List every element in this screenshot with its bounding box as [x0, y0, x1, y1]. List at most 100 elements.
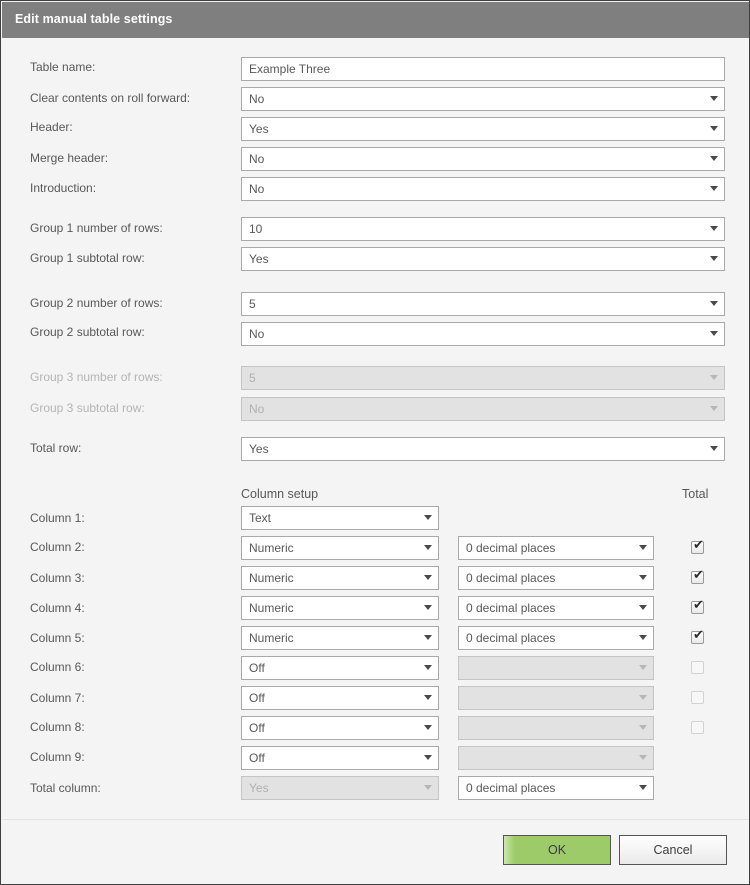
column-setup-header: Column setup — [241, 487, 319, 501]
column-type-select[interactable]: Off — [241, 746, 439, 770]
chevron-down-icon — [639, 725, 647, 730]
setting-label: Group 3 subtotal row: — [30, 401, 145, 415]
setting-select[interactable]: No — [241, 147, 725, 171]
chevron-down-icon — [424, 605, 432, 610]
column-total-checkbox[interactable]: ✔ — [691, 538, 704, 554]
column-label: Column 1: — [30, 511, 85, 525]
check-icon: ✔ — [693, 568, 704, 583]
setting-value: No — [249, 152, 265, 166]
setting-label: Group 2 number of rows: — [30, 296, 163, 310]
setting-select[interactable]: No — [241, 322, 725, 346]
chevron-down-icon — [639, 665, 647, 670]
chevron-down-icon — [710, 446, 718, 451]
column-type-select[interactable]: Numeric — [241, 596, 439, 620]
dialog-title: Edit manual table settings — [15, 12, 173, 26]
dialog-content: Table name: Example Three Clear contents o… — [2, 38, 749, 818]
cancel-button[interactable]: Cancel — [619, 835, 727, 865]
setting-value: 10 — [249, 222, 263, 236]
chevron-down-icon — [639, 755, 647, 760]
setting-value: 5 — [249, 371, 256, 385]
column-type-value: Numeric — [249, 631, 294, 645]
setting-select[interactable]: No — [241, 87, 725, 111]
edit-manual-table-settings-dialog: Edit manual table settings Table name: Ex… — [0, 0, 750, 885]
table-name-input[interactable]: Example Three — [241, 57, 725, 81]
chevron-down-icon — [639, 605, 647, 610]
setting-label: Table name: — [30, 60, 96, 74]
column-decimals-select[interactable]: 0 decimal places — [458, 596, 654, 620]
setting-select: 5 — [241, 366, 725, 390]
column-label: Column 5: — [30, 631, 85, 645]
setting-label: Group 1 number of rows: — [30, 221, 163, 235]
column-decimals-select[interactable]: 0 decimal places — [458, 536, 654, 560]
column-type-select[interactable]: Text — [241, 506, 439, 530]
setting-label: Group 2 subtotal row: — [30, 325, 145, 339]
column-type-value: Off — [249, 661, 265, 675]
chevron-down-icon — [710, 96, 718, 101]
setting-label: Group 1 subtotal row: — [30, 251, 145, 265]
column-total-checkbox[interactable]: ✔ — [691, 599, 704, 614]
setting-select[interactable]: 5 — [241, 292, 725, 316]
column-label: Column 9: — [30, 750, 85, 764]
column-total-checkbox[interactable]: ✔ — [691, 628, 704, 644]
column-type-select[interactable]: Off — [241, 686, 439, 710]
setting-select[interactable]: 10 — [241, 217, 725, 241]
chevron-down-icon — [710, 156, 718, 161]
column-decimals-select[interactable]: 0 decimal places — [458, 776, 654, 800]
column-total-checkbox — [691, 661, 704, 674]
setting-value: No — [249, 402, 265, 416]
column-type-select[interactable]: Off — [241, 656, 439, 680]
column-label: Column 8: — [30, 720, 85, 734]
column-type-select[interactable]: Numeric — [241, 536, 439, 560]
chevron-down-icon — [424, 725, 432, 730]
column-type-select[interactable]: Numeric — [241, 626, 439, 650]
column-type-value: Off — [249, 751, 265, 765]
setting-label: Merge header: — [30, 151, 109, 165]
dialog-titlebar: Edit manual table settings — [2, 2, 749, 38]
chevron-down-icon — [710, 186, 718, 191]
setting-value: Yes — [249, 122, 269, 136]
chevron-down-icon — [424, 785, 432, 790]
chevron-down-icon — [639, 785, 647, 790]
check-icon: ✔ — [693, 538, 704, 553]
column-decimals-select[interactable]: 0 decimal places — [458, 626, 654, 650]
setting-value: No — [249, 327, 265, 341]
setting-value: No — [249, 182, 265, 196]
chevron-down-icon — [639, 695, 647, 700]
column-decimals-value: 0 decimal places — [466, 631, 556, 645]
column-label: Column 4: — [30, 601, 85, 615]
setting-value: 5 — [249, 297, 256, 311]
column-type-value: Yes — [249, 781, 269, 795]
setting-value: Example Three — [249, 62, 331, 76]
column-decimals-value: 0 decimal places — [466, 601, 556, 615]
setting-select[interactable]: Yes — [241, 437, 725, 461]
column-label: Column 3: — [30, 571, 85, 585]
check-icon: ✔ — [693, 628, 704, 643]
column-type-select[interactable]: Off — [241, 716, 439, 740]
total-column-header: Total — [682, 487, 709, 501]
setting-select[interactable]: No — [241, 177, 725, 201]
column-decimals-value: 0 decimal places — [466, 571, 556, 585]
setting-select[interactable]: Yes — [241, 117, 725, 141]
chevron-down-icon — [710, 256, 718, 261]
setting-value: Yes — [249, 252, 269, 266]
column-label: Total column: — [30, 781, 101, 795]
chevron-down-icon — [424, 635, 432, 640]
column-decimals-select — [458, 686, 654, 710]
column-type-select[interactable]: Numeric — [241, 566, 439, 590]
column-decimals-select — [458, 656, 654, 680]
setting-label: Introduction: — [30, 181, 97, 195]
column-decimals-select — [458, 746, 654, 770]
column-total-checkbox[interactable]: ✔ — [691, 568, 704, 584]
column-decimals-select[interactable]: 0 decimal places — [458, 566, 654, 590]
chevron-down-icon — [710, 301, 718, 306]
chevron-down-icon — [710, 406, 718, 411]
chevron-down-icon — [639, 635, 647, 640]
chevron-down-icon — [424, 665, 432, 670]
column-total-checkbox — [691, 691, 704, 704]
column-decimals-select — [458, 716, 654, 740]
column-decimals-value: 0 decimal places — [466, 541, 556, 555]
setting-select[interactable]: Yes — [241, 247, 725, 271]
column-decimals-value: 0 decimal places — [466, 781, 556, 795]
chevron-down-icon — [710, 331, 718, 336]
ok-button[interactable]: OK — [503, 835, 611, 865]
